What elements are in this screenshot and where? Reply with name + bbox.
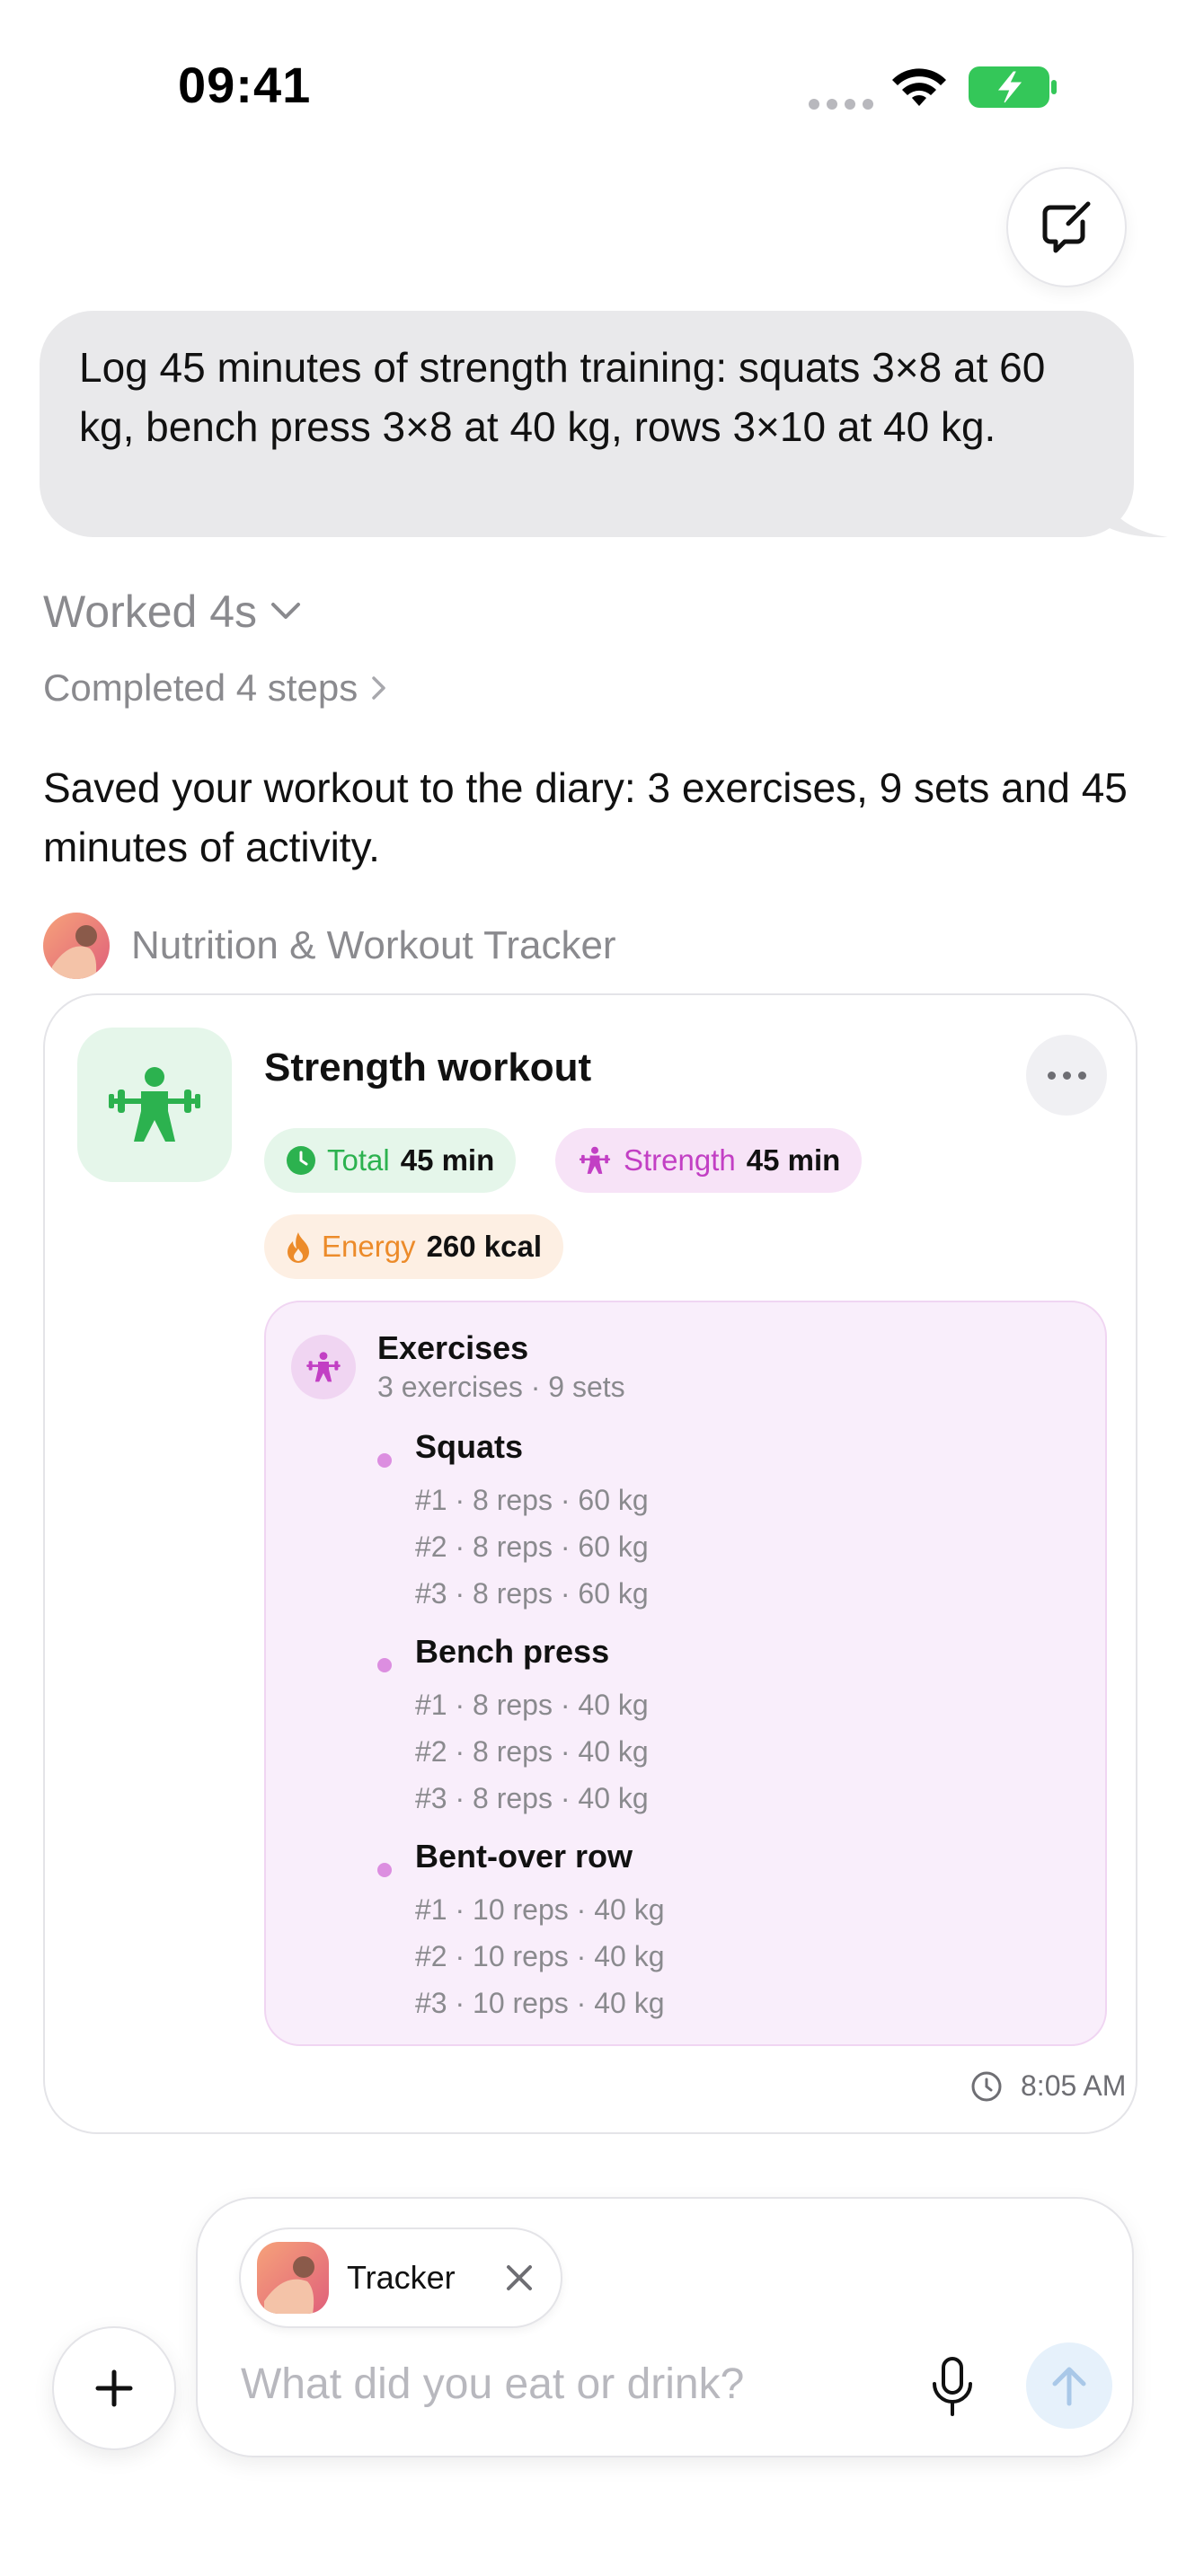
bullet-dot xyxy=(377,1863,392,1877)
set-row: #3 · 10 reps · 40 kg xyxy=(415,1987,665,2019)
energy-chip: Energy 260 kcal xyxy=(264,1214,564,1279)
new-chat-button[interactable] xyxy=(1006,167,1127,287)
workout-card[interactable]: Strength workout Total 45 min Strength 4… xyxy=(43,993,1137,2134)
add-attachment-button[interactable] xyxy=(52,2326,176,2450)
bullet-dot xyxy=(377,1658,392,1672)
exercise-sets: #1 · 8 reps · 60 kg #2 · 8 reps · 60 kg … xyxy=(415,1477,649,1617)
set-row: #3 · 8 reps · 60 kg xyxy=(415,1577,649,1610)
set-row: #1 · 8 reps · 60 kg xyxy=(415,1484,649,1516)
assistant-message: Saved your workout to the diary: 3 exerc… xyxy=(43,764,1128,870)
send-button[interactable] xyxy=(1026,2342,1112,2429)
exercise-sets: #1 · 8 reps · 40 kg #2 · 8 reps · 40 kg … xyxy=(415,1681,649,1822)
card-title: Strength workout xyxy=(264,1045,592,1090)
exercises-panel: Exercises 3 exercises · 9 sets Squats #1… xyxy=(264,1301,1107,2046)
plus-icon xyxy=(95,2369,133,2407)
chevron-right-icon xyxy=(372,676,385,700)
user-message-bubble: Log 45 minutes of strength training: squ… xyxy=(40,311,1134,537)
app-avatar xyxy=(43,913,110,979)
exercises-title: Exercises xyxy=(377,1329,529,1366)
microphone-icon[interactable] xyxy=(925,2355,979,2418)
arrow-up-icon xyxy=(1052,2367,1086,2406)
exercise-name: Bench press xyxy=(415,1633,610,1670)
battery-charging-icon xyxy=(969,66,1057,108)
more-options-button[interactable] xyxy=(1026,1035,1107,1116)
set-row: #2 · 8 reps · 60 kg xyxy=(415,1531,649,1563)
exercise-name: Bent-over row xyxy=(415,1838,633,1875)
worked-toggle[interactable]: Worked 4s xyxy=(43,586,302,638)
entry-time-label: 8:05 AM xyxy=(1021,2069,1127,2102)
status-bar: 09:41 xyxy=(0,0,1186,171)
strength-chip: Strength 45 min xyxy=(555,1128,863,1193)
exercise-name: Squats xyxy=(415,1428,524,1465)
clock-icon xyxy=(971,2071,1002,2101)
bullet-dot xyxy=(377,1453,392,1468)
completed-steps-link[interactable]: Completed 4 steps xyxy=(43,666,388,710)
app-name: Nutrition & Workout Tracker xyxy=(131,923,616,967)
clock-icon xyxy=(287,1146,315,1175)
flame-icon xyxy=(288,1232,309,1263)
status-time: 09:41 xyxy=(178,57,312,113)
bubble-tail xyxy=(1096,485,1168,538)
total-chip: Total 45 min xyxy=(264,1128,517,1193)
worked-label: Worked 4s xyxy=(43,587,258,637)
message-input[interactable] xyxy=(241,2348,924,2420)
wifi-icon xyxy=(892,68,946,106)
compose-icon xyxy=(1042,201,1091,253)
composer-panel: Tracker xyxy=(196,2197,1134,2457)
weightlifting-icon xyxy=(579,1146,611,1174)
set-row: #1 · 10 reps · 40 kg xyxy=(415,1893,665,1926)
set-row: #2 · 10 reps · 40 kg xyxy=(415,1940,665,1972)
set-row: #3 · 8 reps · 40 kg xyxy=(415,1782,649,1814)
cellular-signal-icon xyxy=(809,99,873,110)
exercise-sets: #1 · 10 reps · 40 kg #2 · 10 reps · 40 k… xyxy=(415,1886,664,2026)
close-icon[interactable] xyxy=(503,2262,535,2294)
exercises-summary: 3 exercises · 9 sets xyxy=(377,1371,625,1403)
app-attribution[interactable]: Nutrition & Workout Tracker xyxy=(43,913,616,979)
tracker-label: Tracker xyxy=(347,2259,456,2296)
tracker-chip[interactable]: Tracker xyxy=(239,2228,562,2328)
weightlifting-icon xyxy=(77,1028,232,1182)
set-row: #2 · 8 reps · 40 kg xyxy=(415,1735,649,1768)
steps-label: Completed 4 steps xyxy=(43,666,358,709)
tracker-avatar xyxy=(257,2242,329,2314)
entry-time: 8:05 AM xyxy=(970,2069,1126,2103)
chevron-down-icon xyxy=(271,603,301,619)
set-row: #1 · 8 reps · 40 kg xyxy=(415,1689,649,1721)
weightlifting-icon xyxy=(291,1335,356,1399)
